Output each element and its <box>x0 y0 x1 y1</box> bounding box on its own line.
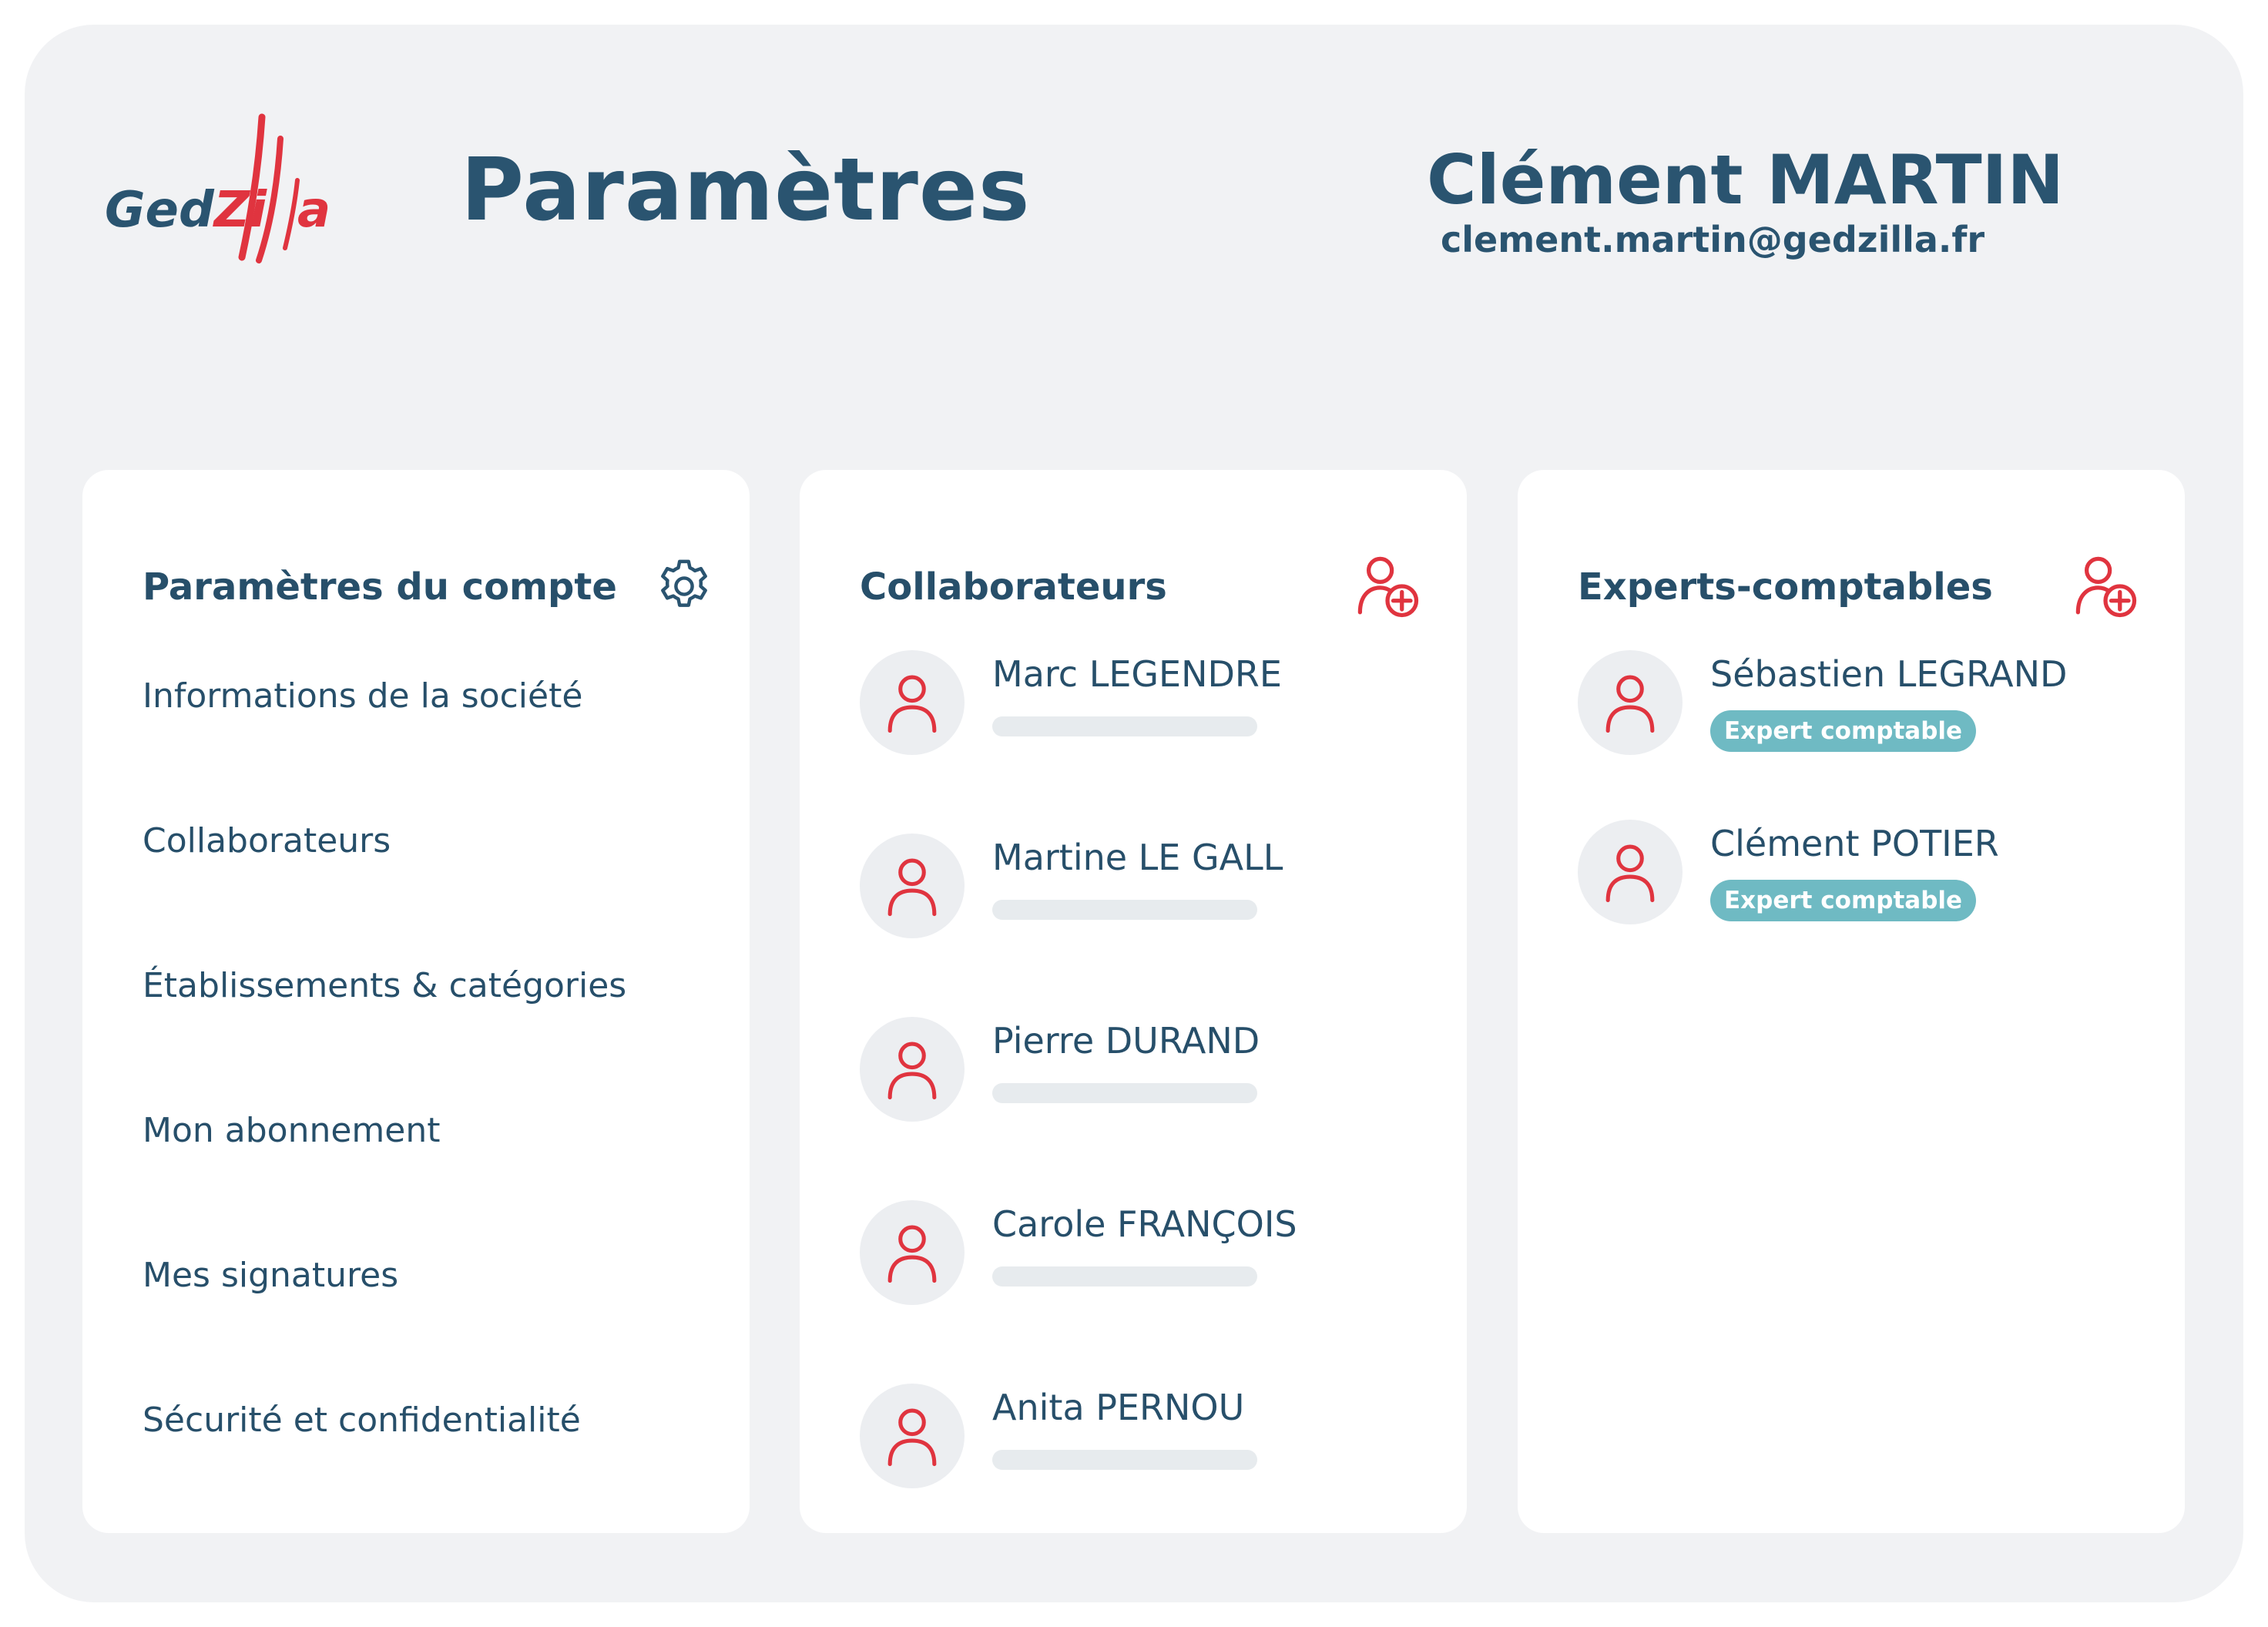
collaborator-name: Anita PERNOU <box>992 1387 1245 1428</box>
collaborator-name: Martine LE GALL <box>992 837 1283 878</box>
svg-text:GedZi: GedZi <box>105 182 267 239</box>
user-icon <box>887 858 937 917</box>
user-email: clement.martin@gedzilla.fr <box>1441 219 1985 260</box>
page-title: Paramètres <box>461 140 1031 240</box>
user-icon <box>887 675 937 733</box>
collaborator-name: Marc LEGENDRE <box>992 653 1282 695</box>
avatar <box>1578 820 1683 924</box>
menu-item-company-info[interactable]: Informations de la société <box>143 676 582 716</box>
gear-icon[interactable] <box>653 555 716 618</box>
menu-item-subscription[interactable]: Mon abonnement <box>143 1111 440 1150</box>
collaborator-detail-placeholder <box>992 1266 1257 1287</box>
collaborator-detail-placeholder <box>992 1450 1257 1470</box>
role-badge: Expert comptable <box>1710 710 1977 752</box>
collaborator-name: Pierre DURAND <box>992 1020 1260 1062</box>
collaborator-detail-placeholder <box>992 900 1257 920</box>
avatar <box>1578 650 1683 755</box>
collaborator-row[interactable]: Martine LE GALL <box>860 834 1445 941</box>
user-name: Clément MARTIN <box>1427 140 2065 220</box>
user-icon <box>887 1408 937 1467</box>
user-icon <box>887 1225 937 1283</box>
gedzilla-logo[interactable]: GedZi a <box>79 94 356 279</box>
collaborator-row[interactable]: Anita PERNOU <box>860 1384 1445 1491</box>
accountants-card: Experts-comptables Sébastien LEGRAND Exp… <box>1518 470 2185 1533</box>
svg-text:a: a <box>297 182 330 239</box>
accountants-title: Experts-comptables <box>1578 565 1993 609</box>
collaborator-name: Carole FRANÇOIS <box>992 1203 1297 1245</box>
add-user-icon[interactable] <box>2071 552 2140 621</box>
add-user-icon[interactable] <box>1353 552 1422 621</box>
user-icon <box>1605 675 1655 733</box>
avatar <box>860 650 965 755</box>
collaborator-row[interactable]: Pierre DURAND <box>860 1017 1445 1125</box>
user-icon <box>887 1042 937 1100</box>
role-badge: Expert comptable <box>1710 880 1977 921</box>
accountant-row[interactable]: Sébastien LEGRAND Expert comptable <box>1578 650 2163 758</box>
avatar <box>860 834 965 938</box>
collaborator-detail-placeholder <box>992 716 1257 736</box>
accountant-row[interactable]: Clément POTIER Expert comptable <box>1578 820 2163 928</box>
accountant-name: Clément POTIER <box>1710 823 1999 864</box>
menu-item-collaborators[interactable]: Collaborateurs <box>143 821 391 860</box>
menu-item-signatures[interactable]: Mes signatures <box>143 1256 398 1295</box>
menu-item-security[interactable]: Sécurité et confidentialité <box>143 1401 581 1440</box>
accountant-name: Sébastien LEGRAND <box>1710 653 2068 695</box>
collaborators-title: Collaborateurs <box>860 565 1167 609</box>
collaborators-card: Collaborateurs Marc LEGENDRE Martine LE … <box>800 470 1467 1533</box>
collaborator-row[interactable]: Marc LEGENDRE <box>860 650 1445 758</box>
account-settings-title: Paramètres du compte <box>143 565 617 609</box>
logo-graphic: GedZi a <box>105 113 330 263</box>
menu-item-establishments[interactable]: Établissements & catégories <box>143 966 626 1005</box>
avatar <box>860 1200 965 1305</box>
collaborator-row[interactable]: Carole FRANÇOIS <box>860 1200 1445 1308</box>
app-frame: GedZi a Paramètres Clément MARTIN clemen… <box>25 25 2243 1602</box>
user-icon <box>1605 844 1655 903</box>
avatar <box>860 1017 965 1122</box>
account-settings-card: Paramètres du compte Informations de la … <box>82 470 750 1533</box>
avatar <box>860 1384 965 1488</box>
collaborator-detail-placeholder <box>992 1083 1257 1103</box>
